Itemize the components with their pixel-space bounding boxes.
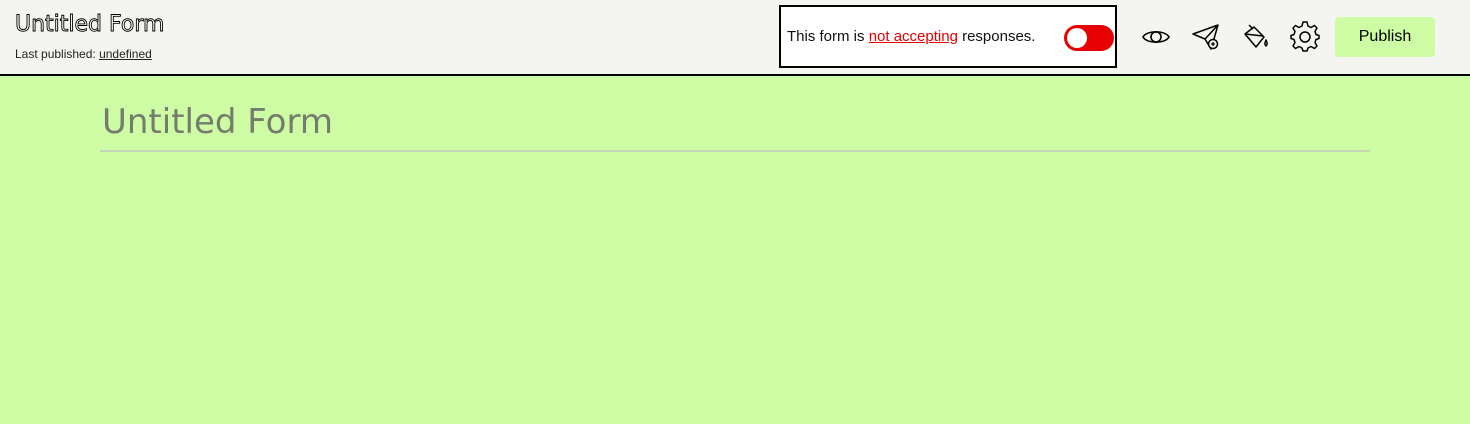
status-prefix: This form is bbox=[787, 28, 865, 45]
toggle-knob bbox=[1067, 28, 1087, 48]
paint-bucket-icon bbox=[1244, 24, 1268, 48]
status-suffix: responses. bbox=[962, 28, 1036, 45]
send-button[interactable] bbox=[1189, 20, 1223, 54]
response-status-box: This form is not accepting responses. bbox=[779, 5, 1117, 68]
form-title-heading[interactable]: Untitled Form bbox=[15, 11, 165, 39]
form-title-input[interactable]: Untitled Form bbox=[100, 96, 1370, 150]
status-state-link[interactable]: not accepting bbox=[869, 28, 958, 45]
last-published-link[interactable]: undefined bbox=[99, 47, 152, 61]
last-published: Last published: undefined bbox=[15, 47, 164, 61]
send-icon bbox=[1192, 24, 1219, 50]
title-block: Untitled Form Last published: undefined bbox=[15, 11, 165, 61]
eye-icon bbox=[1142, 30, 1170, 44]
title-underline bbox=[100, 150, 1370, 152]
preview-button[interactable] bbox=[1139, 20, 1173, 54]
form-editor: Untitled Form bbox=[100, 96, 1370, 152]
top-bar: Untitled Form Last published: undefined … bbox=[0, 0, 1470, 76]
settings-button[interactable] bbox=[1288, 20, 1322, 54]
accepting-responses-toggle[interactable] bbox=[1064, 25, 1114, 51]
publish-button[interactable]: Publish bbox=[1335, 17, 1435, 57]
last-published-label: Last published: bbox=[15, 47, 96, 61]
theme-button[interactable] bbox=[1238, 20, 1272, 54]
gear-icon bbox=[1290, 21, 1320, 52]
response-status-text: This form is not accepting responses. bbox=[787, 28, 1035, 45]
